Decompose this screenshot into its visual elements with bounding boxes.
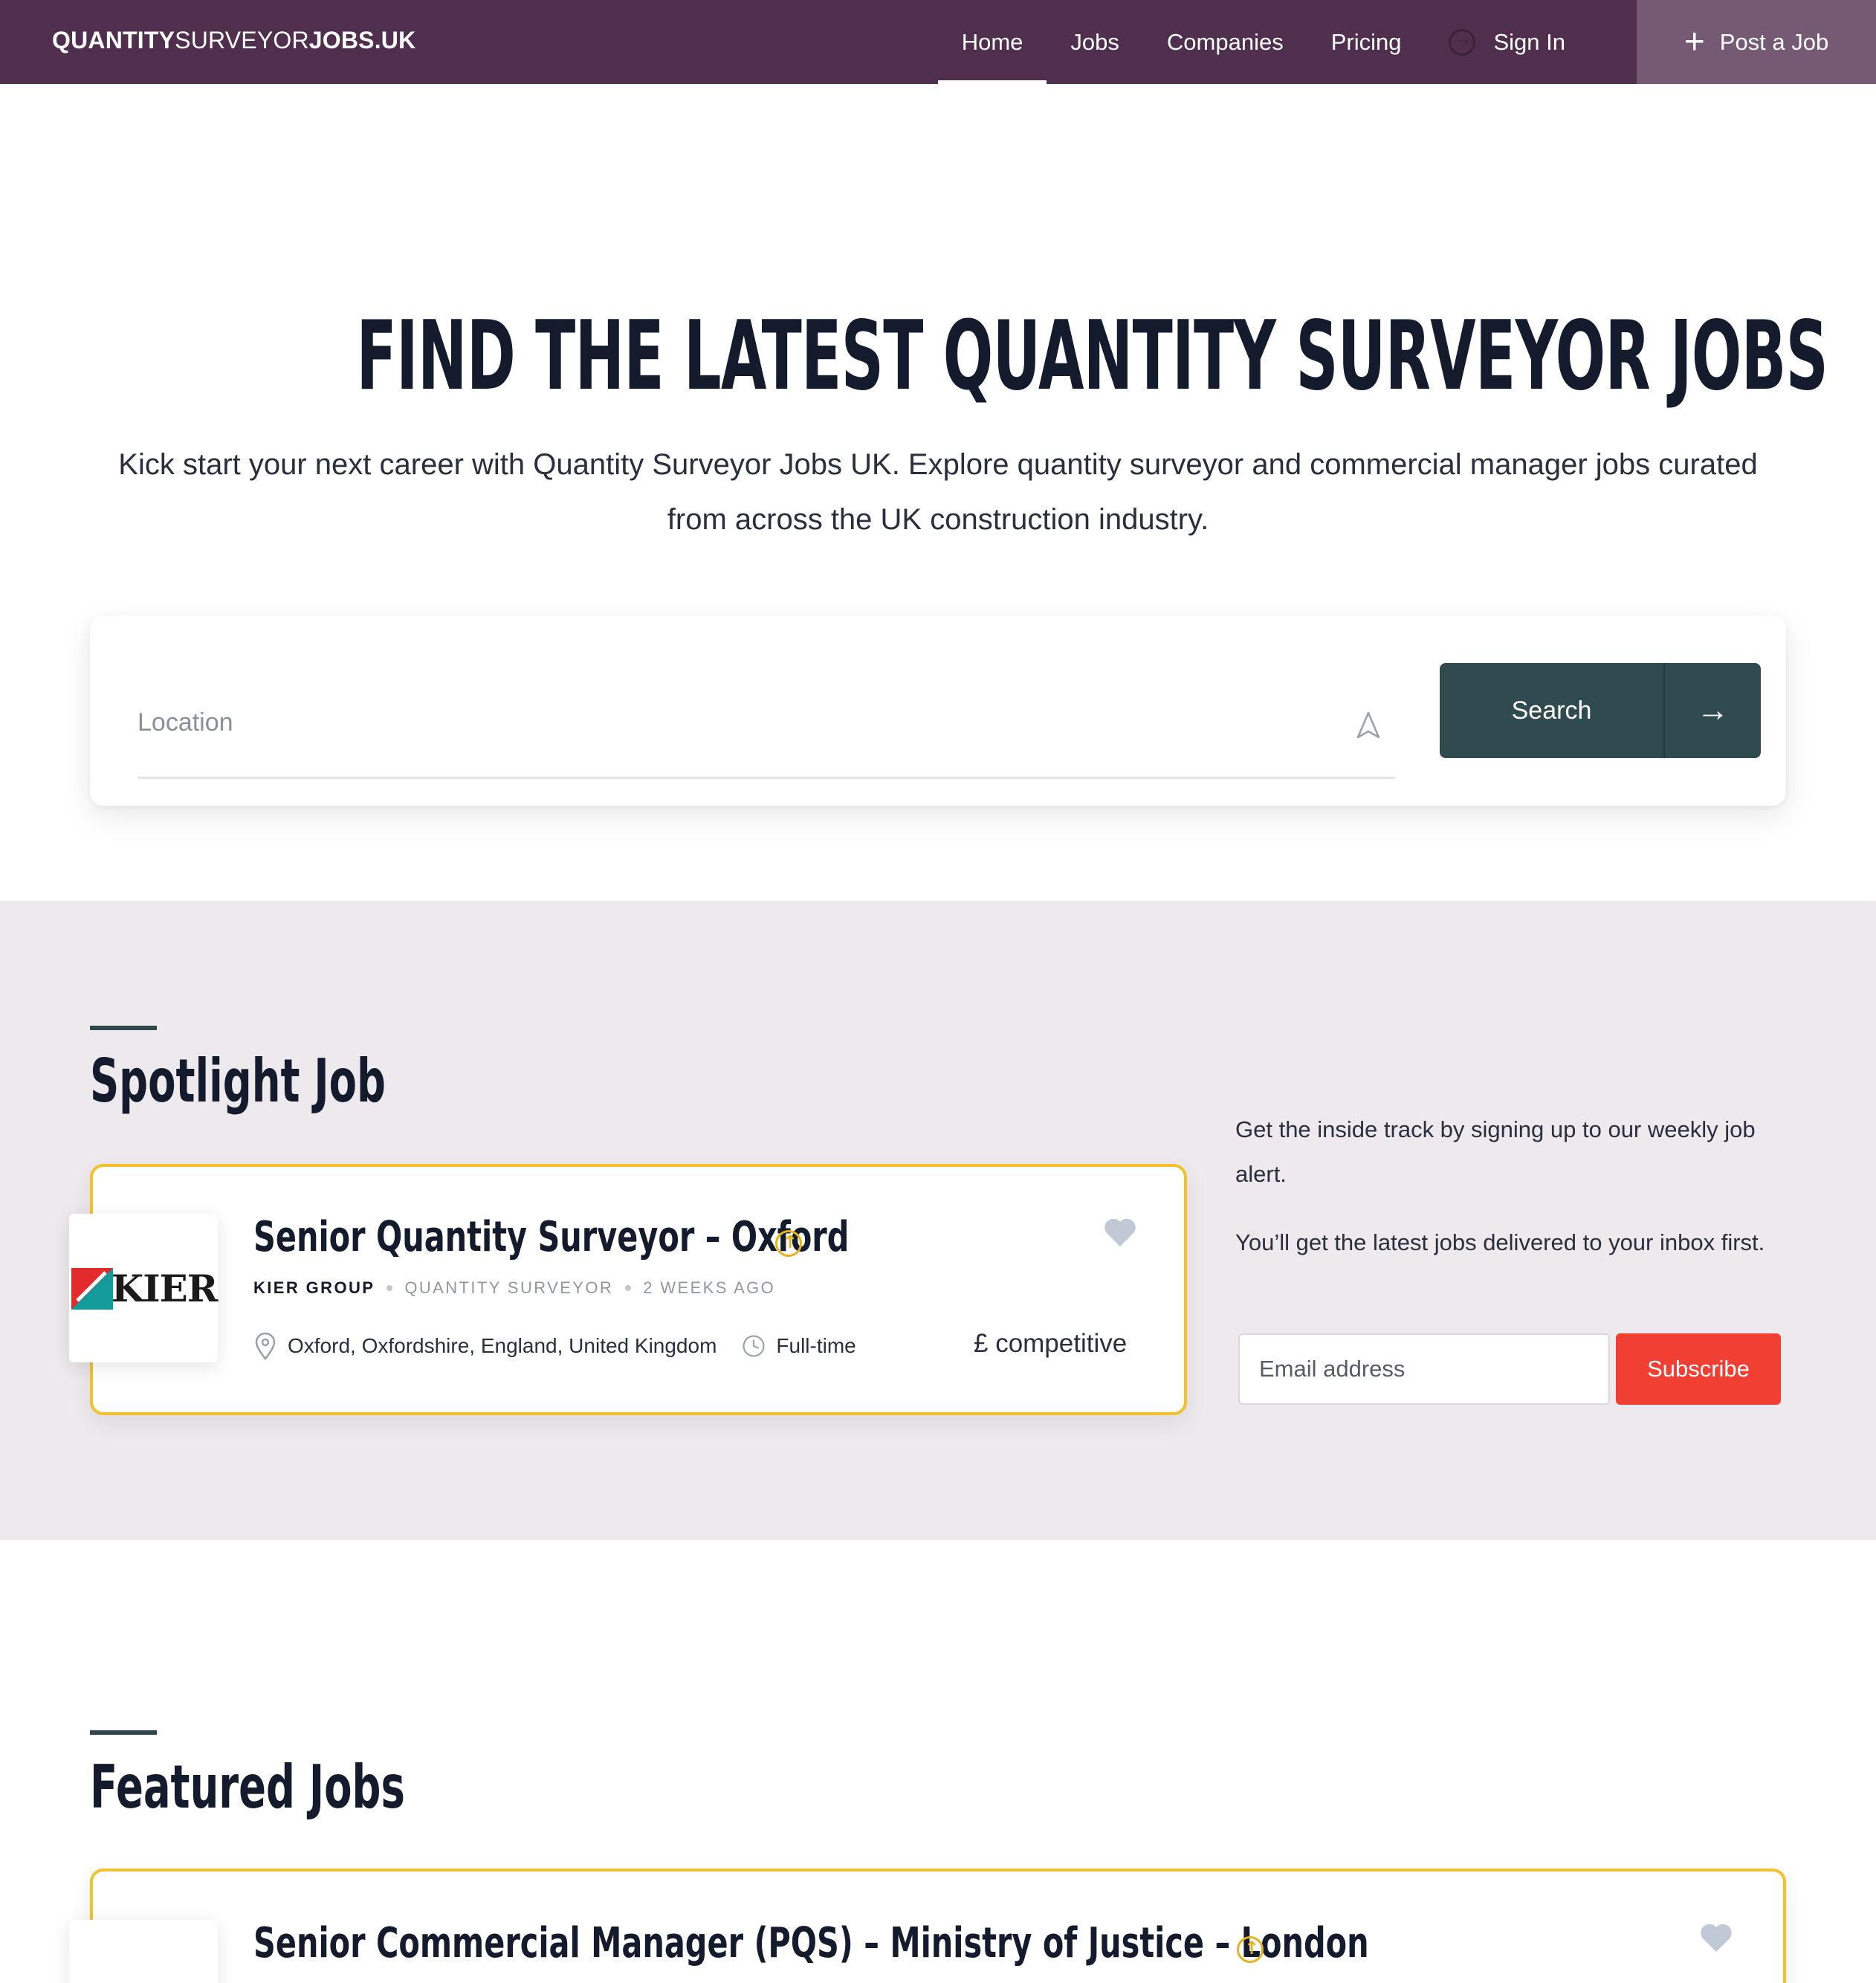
featured-heading: Featured Jobs bbox=[90, 1753, 405, 1822]
spotlight-heading: Spotlight Job bbox=[90, 1047, 386, 1116]
heart-icon[interactable] bbox=[1103, 1217, 1137, 1248]
search-card: Search → bbox=[90, 615, 1786, 806]
plus-icon: + bbox=[1683, 22, 1705, 62]
search-button-label: Search bbox=[1440, 663, 1665, 758]
nav-jobs[interactable]: Jobs bbox=[1047, 0, 1142, 84]
logo-part-2: SURVEYOR bbox=[175, 27, 309, 54]
search-button[interactable]: Search → bbox=[1440, 663, 1761, 758]
heart-icon[interactable] bbox=[1699, 1922, 1733, 1953]
meta-separator bbox=[386, 1285, 393, 1291]
nav-sign-in[interactable]: Sign In bbox=[1425, 0, 1589, 84]
company-logo[interactable] bbox=[69, 1920, 218, 1983]
company-logo[interactable]: KIER bbox=[69, 1214, 218, 1362]
sign-in-icon bbox=[1449, 28, 1476, 56]
posted-time: 2 WEEKS AGO bbox=[643, 1278, 776, 1297]
email-input[interactable] bbox=[1238, 1333, 1610, 1405]
kier-logo: KIER bbox=[70, 1264, 218, 1313]
kier-logo-text: KIER bbox=[111, 1266, 219, 1310]
hero-subtitle: Kick start your next career with Quantit… bbox=[118, 448, 1758, 536]
featured-rule bbox=[90, 1730, 157, 1735]
map-pin-icon bbox=[255, 1332, 276, 1360]
nav-companies[interactable]: Companies bbox=[1143, 0, 1307, 84]
post-job-label: Post a Job bbox=[1719, 28, 1829, 55]
spotlight-job-meta: KIER GROUP QUANTITY SURVEYOR 2 WEEKS AGO bbox=[253, 1278, 775, 1298]
arrow-right-icon: → bbox=[1696, 692, 1730, 728]
subscribe-button[interactable]: Subscribe bbox=[1616, 1333, 1781, 1405]
sign-in-label: Sign In bbox=[1493, 28, 1565, 55]
newsletter-line-2: You’ll get the latest jobs delivered to … bbox=[1235, 1229, 1765, 1255]
site-logo[interactable]: QUANTITYSURVEYORJOBS.UK bbox=[52, 27, 415, 54]
featured-job-title-text: Senior Commercial Manager (PQS) – Minist… bbox=[253, 1919, 1369, 1967]
company-name[interactable]: KIER GROUP bbox=[253, 1278, 375, 1298]
logo-part-3: JOBS.UK bbox=[308, 27, 416, 54]
spotlight-job-title[interactable]: Senior Quantity Surveyor – Oxford bbox=[253, 1213, 849, 1261]
job-type: Full-time bbox=[776, 1334, 856, 1357]
clock-icon bbox=[743, 1335, 765, 1357]
logo-part-1: QUANTITY bbox=[52, 27, 175, 54]
kier-mark-icon bbox=[71, 1268, 113, 1310]
spotlight-rule bbox=[90, 1026, 157, 1030]
boost-icon bbox=[775, 1230, 802, 1257]
locate-icon[interactable] bbox=[1355, 711, 1382, 740]
spotlight-job-title-text: Senior Quantity Surveyor – Oxford bbox=[253, 1213, 850, 1261]
featured-job-title[interactable]: Senior Commercial Manager (PQS) – Minist… bbox=[253, 1919, 1369, 1967]
job-salary: £ competitive bbox=[974, 1329, 1128, 1358]
newsletter-line-1: Get the inside track by signing up to ou… bbox=[1235, 1116, 1756, 1187]
location-input[interactable] bbox=[138, 688, 1327, 757]
hero-title: FIND THE LATEST QUANTITY SURVEYOR JOBS bbox=[356, 301, 1828, 412]
meta-separator bbox=[625, 1285, 632, 1291]
post-job-button[interactable]: + Post a Job bbox=[1637, 0, 1876, 84]
location-field bbox=[138, 688, 1395, 779]
nav-links: Home Jobs Companies Pricing Sign In bbox=[937, 0, 1589, 84]
nav-home[interactable]: Home bbox=[937, 0, 1047, 84]
job-location: Oxford, Oxfordshire, England, United Kin… bbox=[288, 1334, 717, 1357]
job-category: QUANTITY SURVEYOR bbox=[404, 1278, 614, 1297]
spotlight-job-details: Oxford, Oxfordshire, England, United Kin… bbox=[253, 1332, 856, 1360]
nav-pricing[interactable]: Pricing bbox=[1307, 0, 1426, 84]
boost-icon bbox=[1237, 1936, 1264, 1963]
top-nav: QUANTITYSURVEYORJOBS.UK Home Jobs Compan… bbox=[0, 0, 1876, 84]
